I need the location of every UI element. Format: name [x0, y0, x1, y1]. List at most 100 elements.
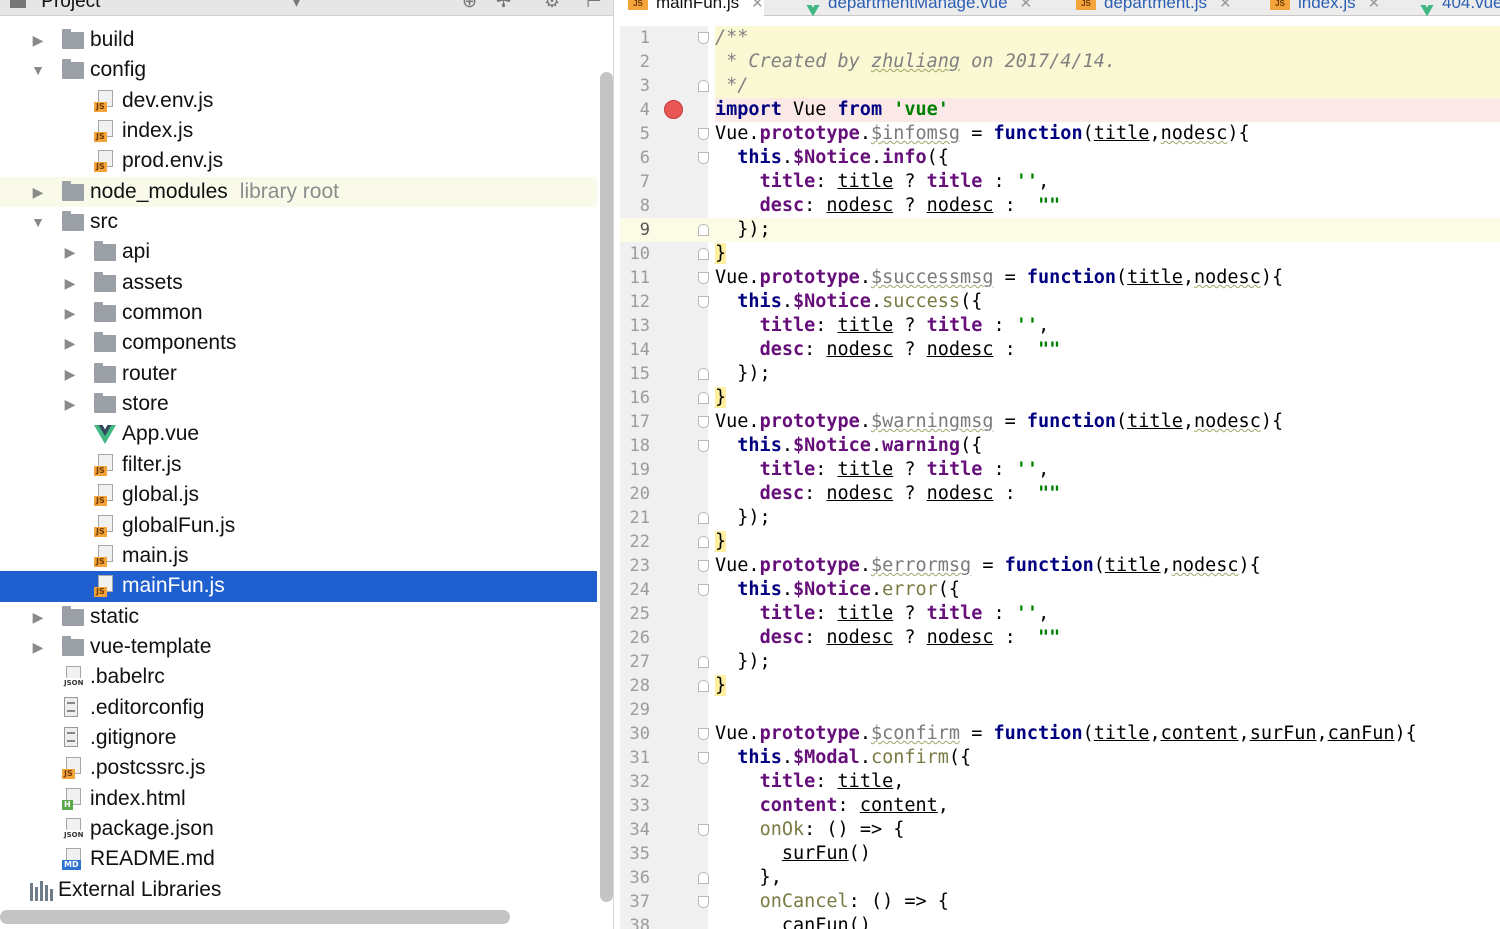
- tree-item-build[interactable]: ▶ build: [0, 25, 597, 55]
- line-number[interactable]: 25: [620, 602, 650, 626]
- fold-marker-icon[interactable]: [698, 536, 709, 548]
- expand-arrow-icon[interactable]: ▶: [30, 602, 46, 632]
- line-number[interactable]: 9: [620, 218, 650, 242]
- line-number[interactable]: 38: [620, 914, 650, 929]
- tree-item-router[interactable]: ▶ router: [0, 359, 597, 389]
- fold-marker-icon[interactable]: [698, 32, 709, 44]
- tree-item-index-html[interactable]: Hindex.html: [0, 784, 597, 814]
- line-number[interactable]: 6: [620, 146, 650, 170]
- line-number[interactable]: 35: [620, 842, 650, 866]
- tree-item-editorconfig[interactable]: .editorconfig: [0, 693, 597, 723]
- fold-marker-icon[interactable]: [698, 752, 709, 764]
- fold-marker-icon[interactable]: [698, 416, 709, 428]
- view-dropdown-icon[interactable]: ▾: [292, 0, 301, 10]
- fold-marker-icon[interactable]: [698, 80, 709, 92]
- tree-item-app-vue[interactable]: App.vue: [0, 419, 597, 449]
- tree-item-static[interactable]: ▶ static: [0, 602, 597, 632]
- settings-gear-icon[interactable]: ⚙: [544, 0, 560, 10]
- line-number[interactable]: 18: [620, 434, 650, 458]
- close-tab-icon[interactable]: ✕: [751, 0, 764, 12]
- expand-arrow-icon[interactable]: ▶: [62, 268, 78, 298]
- line-number[interactable]: 12: [620, 290, 650, 314]
- expand-arrow-icon[interactable]: ▶: [30, 25, 46, 55]
- tree-item-config[interactable]: ▼ config: [0, 55, 597, 85]
- line-number[interactable]: 17: [620, 410, 650, 434]
- line-number[interactable]: 31: [620, 746, 650, 770]
- expand-arrow-icon[interactable]: ▶: [62, 237, 78, 267]
- fold-marker-icon[interactable]: [698, 128, 709, 140]
- expand-arrow-icon[interactable]: ▶: [62, 328, 78, 358]
- expand-arrow-icon[interactable]: ▶: [30, 632, 46, 662]
- line-number[interactable]: 32: [620, 770, 650, 794]
- tree-item-api[interactable]: ▶ api: [0, 237, 597, 267]
- expand-arrow-icon[interactable]: ▶: [62, 389, 78, 419]
- fold-marker-icon[interactable]: [698, 824, 709, 836]
- fold-marker-icon[interactable]: [698, 272, 709, 284]
- line-number[interactable]: 10: [620, 242, 650, 266]
- editor-tab-mainfun-js[interactable]: JS mainFun.js ✕: [620, 0, 764, 16]
- line-number[interactable]: 22: [620, 530, 650, 554]
- tree-item-babelrc[interactable]: JSON .babelrc: [0, 662, 597, 692]
- tree-item-package-json[interactable]: JSON package.json: [0, 814, 597, 844]
- line-number[interactable]: 8: [620, 194, 650, 218]
- tree-item-store[interactable]: ▶ store: [0, 389, 597, 419]
- line-number[interactable]: 4: [620, 98, 650, 122]
- collapse-all-icon[interactable]: ✢: [496, 0, 511, 10]
- tree-item-assets[interactable]: ▶ assets: [0, 268, 597, 298]
- collapse-arrow-icon[interactable]: ▼: [30, 55, 46, 85]
- fold-marker-icon[interactable]: [698, 224, 709, 236]
- tree-item-vue-template[interactable]: ▶ vue-template: [0, 632, 597, 662]
- tree-item-postcssrc-js[interactable]: JS .postcssrc.js: [0, 753, 597, 783]
- fold-marker-icon[interactable]: [698, 152, 709, 164]
- tree-item-globalfun-js[interactable]: JS globalFun.js: [0, 511, 597, 541]
- line-number[interactable]: 15: [620, 362, 650, 386]
- line-number[interactable]: 24: [620, 578, 650, 602]
- fold-marker-icon[interactable]: [698, 368, 709, 380]
- line-number[interactable]: 11: [620, 266, 650, 290]
- fold-marker-icon[interactable]: [698, 248, 709, 260]
- line-number[interactable]: 27: [620, 650, 650, 674]
- fold-marker-icon[interactable]: [698, 872, 709, 884]
- editor-tab-department-js[interactable]: JS department.js ✕: [1068, 0, 1232, 16]
- expand-arrow-icon[interactable]: ▶: [62, 359, 78, 389]
- tree-item-src[interactable]: ▼ src: [0, 207, 597, 237]
- line-number[interactable]: 7: [620, 170, 650, 194]
- fold-marker-icon[interactable]: [698, 584, 709, 596]
- line-number[interactable]: 28: [620, 674, 650, 698]
- fold-marker-icon[interactable]: [698, 728, 709, 740]
- fold-marker-icon[interactable]: [698, 392, 709, 404]
- line-number[interactable]: 5: [620, 122, 650, 146]
- line-number[interactable]: 3: [620, 74, 650, 98]
- line-number[interactable]: 1: [620, 26, 650, 50]
- line-number[interactable]: 26: [620, 626, 650, 650]
- breakpoint-icon[interactable]: [664, 100, 683, 119]
- expand-arrow-icon[interactable]: ▶: [62, 298, 78, 328]
- line-number[interactable]: 19: [620, 458, 650, 482]
- tree-item-main-js[interactable]: JS main.js: [0, 541, 597, 571]
- tree-item-index-js[interactable]: JS index.js: [0, 116, 597, 146]
- fold-marker-icon[interactable]: [698, 560, 709, 572]
- expand-arrow-icon[interactable]: ▶: [30, 177, 46, 207]
- fold-marker-icon[interactable]: [698, 896, 709, 908]
- tree-item-filter-js[interactable]: JS filter.js: [0, 450, 597, 480]
- line-number[interactable]: 33: [620, 794, 650, 818]
- editor-tab-index-js[interactable]: JS index.js ✕: [1262, 0, 1380, 16]
- line-number[interactable]: 16: [620, 386, 650, 410]
- line-number[interactable]: 21: [620, 506, 650, 530]
- tree-horizontal-scrollbar[interactable]: [0, 910, 510, 924]
- project-panel-header[interactable]: Project ▾ ⊕ ✢ ⚙ ⊢: [0, 0, 613, 16]
- close-tab-icon[interactable]: ✕: [1219, 0, 1232, 12]
- fold-marker-icon[interactable]: [698, 440, 709, 452]
- fold-marker-icon[interactable]: [698, 512, 709, 524]
- close-tab-icon[interactable]: ✕: [1020, 0, 1033, 12]
- editor-tab-404-vue[interactable]: 404.vue: [1412, 0, 1500, 16]
- tree-item-dev-env-js[interactable]: JS dev.env.js: [0, 86, 597, 116]
- line-number[interactable]: 36: [620, 866, 650, 890]
- line-number[interactable]: 34: [620, 818, 650, 842]
- tree-vertical-scrollbar[interactable]: [600, 72, 613, 902]
- tree-item-readme-md[interactable]: MD README.md: [0, 844, 597, 874]
- tree-item-gitignore[interactable]: .gitignore: [0, 723, 597, 753]
- scroll-from-source-icon[interactable]: ⊕: [462, 0, 477, 10]
- tree-item-external-libraries[interactable]: External Libraries: [0, 875, 597, 905]
- close-tab-icon[interactable]: ✕: [1368, 0, 1381, 12]
